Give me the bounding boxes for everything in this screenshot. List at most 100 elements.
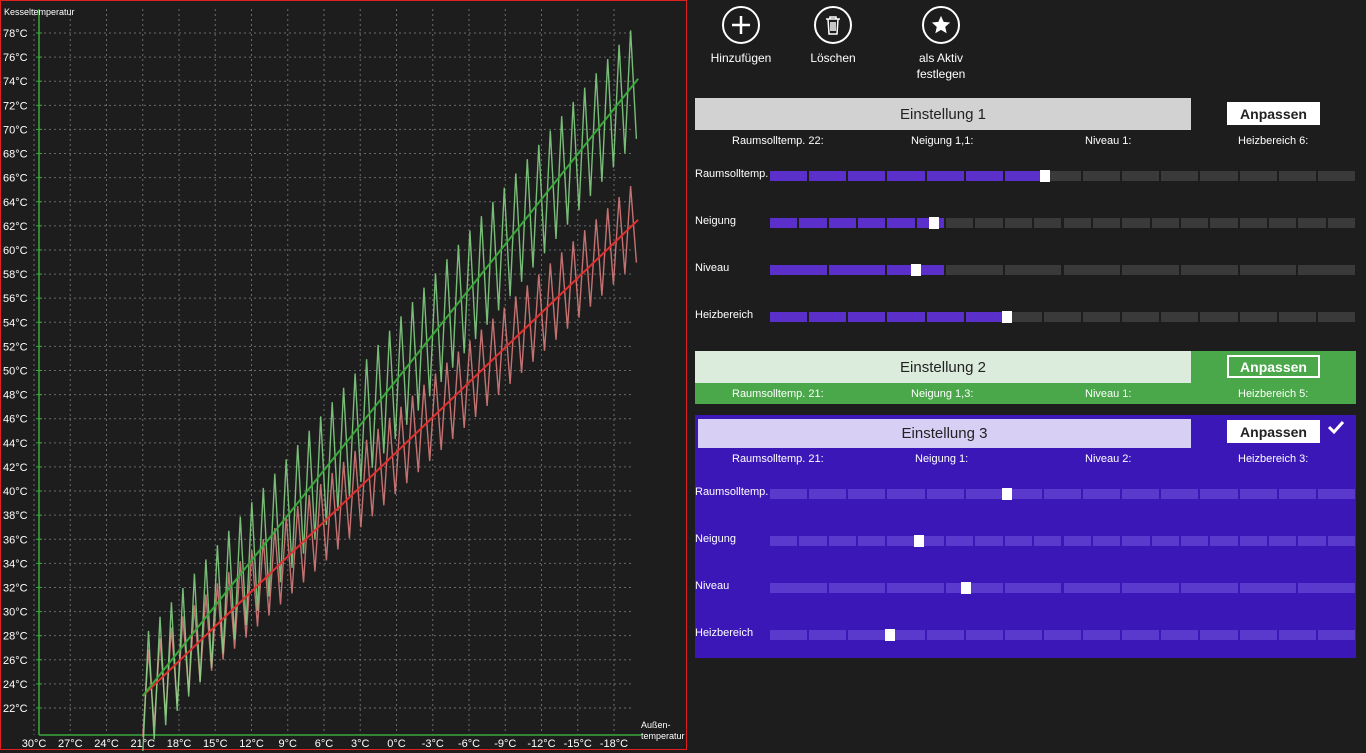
slider-segment: [809, 489, 847, 499]
y-tick-label: 68°C: [3, 149, 28, 161]
slider-segment: [1122, 312, 1160, 322]
level-slider[interactable]: [770, 582, 1355, 594]
slider-segment: [809, 312, 847, 322]
slider-segment: [1180, 265, 1238, 275]
setting-card-1[interactable]: Einstellung 1 Anpassen Raumsolltemp. 22:…: [695, 98, 1356, 328]
room-temp-slider[interactable]: [770, 488, 1355, 500]
chart-canvas: 78°C 76°C 74°C 72°C 70°C 68°C 66°C 64°C 62°C 60°C…: [3, 7, 685, 751]
slider-segment: [1239, 312, 1277, 322]
heating-curve-envelope: [142, 186, 638, 737]
setting-title: Einstellung 1: [695, 98, 1191, 130]
trash-icon: [814, 6, 852, 44]
slider-segment: [1004, 630, 1042, 640]
slider-thumb[interactable]: [884, 629, 895, 641]
slider-segment: [1122, 583, 1179, 593]
slider-row-slope: Neigung: [695, 533, 1356, 547]
setting-card-3[interactable]: Einstellung 3 Anpassen Raumsolltemp. 21:…: [695, 415, 1356, 658]
summary-room-temp: Raumsolltemp. 21:: [732, 388, 824, 400]
room-temp-slider[interactable]: [770, 170, 1355, 182]
slider-segment: [1327, 536, 1355, 546]
boiler-curve-chart: 78°C 76°C 74°C 72°C 70°C 68°C 66°C 64°C 62°C 60°C…: [0, 0, 687, 751]
slider-thumb[interactable]: [1001, 488, 1012, 500]
slider-segment: [1239, 536, 1267, 546]
summary-heating-range: Heizbereich 6:: [1238, 135, 1309, 147]
x-tick-label: -15°C: [564, 738, 592, 750]
slider-thumb[interactable]: [928, 217, 939, 229]
slider-segment: [1092, 218, 1121, 228]
slider-label: Heizbereich: [695, 309, 754, 321]
slider-segment: [828, 218, 857, 228]
slider-segment: [1004, 536, 1033, 546]
slider-segment: [1180, 218, 1209, 228]
slider-segment: [1034, 536, 1062, 546]
summary-level: Niveau 1:: [1085, 388, 1132, 400]
slider-segment: [1200, 312, 1238, 322]
slider-segment: [770, 489, 808, 499]
slope-slider[interactable]: [770, 535, 1355, 547]
setting-summary: Raumsolltemp. 21: Neigung 1,3: Niveau 1:…: [695, 388, 1356, 402]
x-tick-label: 18°C: [167, 738, 192, 750]
set-active-button[interactable]: als Aktiv festlegen: [896, 6, 986, 82]
x-tick-label: -18°C: [600, 738, 628, 750]
slider-segment: [887, 536, 915, 546]
slider-segment: [1317, 489, 1355, 499]
summary-slope: Neigung 1,1:: [911, 135, 974, 147]
setting-title: Einstellung 3: [698, 419, 1191, 448]
summary-room-temp: Raumsolltemp. 22:: [732, 135, 824, 147]
slider-segment: [1151, 218, 1179, 228]
slider-segment: [1239, 171, 1277, 181]
slider-segment: [799, 218, 827, 228]
adjust-button[interactable]: Anpassen: [1227, 102, 1320, 125]
slider-segment: [1298, 583, 1355, 593]
setting-card-2[interactable]: Einstellung 2 Anpassen Raumsolltemp. 21:…: [695, 351, 1356, 404]
slider-segment: [770, 536, 798, 546]
slider-segment: [1043, 630, 1082, 640]
slider-segment: [1034, 218, 1062, 228]
slider-segment: [1083, 171, 1121, 181]
level-slider[interactable]: [770, 264, 1355, 276]
heating-range-slider[interactable]: [770, 629, 1355, 641]
slider-segment: [1268, 536, 1297, 546]
heating-range-slider[interactable]: [770, 311, 1355, 323]
y-tick-label: 32°C: [3, 582, 28, 594]
y-tick-label: 70°C: [3, 124, 28, 136]
slider-segment: [1063, 536, 1091, 546]
summary-slope: Neigung 1:: [915, 453, 969, 465]
slider-segment: [770, 312, 808, 322]
slider-segment: [1161, 171, 1199, 181]
y-tick-label: 64°C: [3, 197, 28, 209]
slider-segment: [1298, 536, 1326, 546]
adjust-button[interactable]: Anpassen: [1227, 420, 1320, 443]
x-tick-label: 15°C: [203, 738, 228, 750]
slider-label: Heizbereich: [695, 627, 754, 639]
slider-segment: [828, 265, 886, 275]
y-tick-label: 28°C: [3, 631, 28, 643]
slider-segment: [858, 536, 886, 546]
slider-row-room-temp: Raumsolltemp.: [695, 168, 1356, 182]
slope-slider[interactable]: [770, 217, 1355, 229]
slider-thumb[interactable]: [914, 535, 925, 547]
y-tick-label: 26°C: [3, 655, 28, 667]
summary-heating-range: Heizbereich 3:: [1238, 453, 1309, 465]
x-tick-label: -9°C: [494, 738, 516, 750]
adjust-button[interactable]: Anpassen: [1227, 355, 1320, 378]
slider-segment: [926, 171, 964, 181]
slider-thumb[interactable]: [911, 264, 922, 276]
slider-segment: [1239, 489, 1277, 499]
slider-segment: [1151, 536, 1179, 546]
slider-segment: [1004, 265, 1062, 275]
slider-row-heating-range: Heizbereich: [695, 309, 1356, 323]
add-button[interactable]: Hinzufügen: [696, 6, 786, 66]
slider-thumb[interactable]: [1001, 311, 1012, 323]
slider-segment: [1063, 218, 1091, 228]
delete-button[interactable]: Löschen: [788, 6, 878, 66]
setting-summary: Raumsolltemp. 21: Neigung 1: Niveau 2: H…: [695, 453, 1356, 467]
x-tick-label: 0°C: [387, 738, 406, 750]
y-tick-label: 48°C: [3, 390, 28, 402]
slider-segment: [926, 630, 964, 640]
slider-segment: [965, 489, 1003, 499]
slider-segment: [1161, 630, 1199, 640]
slider-thumb[interactable]: [960, 582, 971, 594]
x-tick-label: -3°C: [422, 738, 444, 750]
slider-thumb[interactable]: [1039, 170, 1050, 182]
